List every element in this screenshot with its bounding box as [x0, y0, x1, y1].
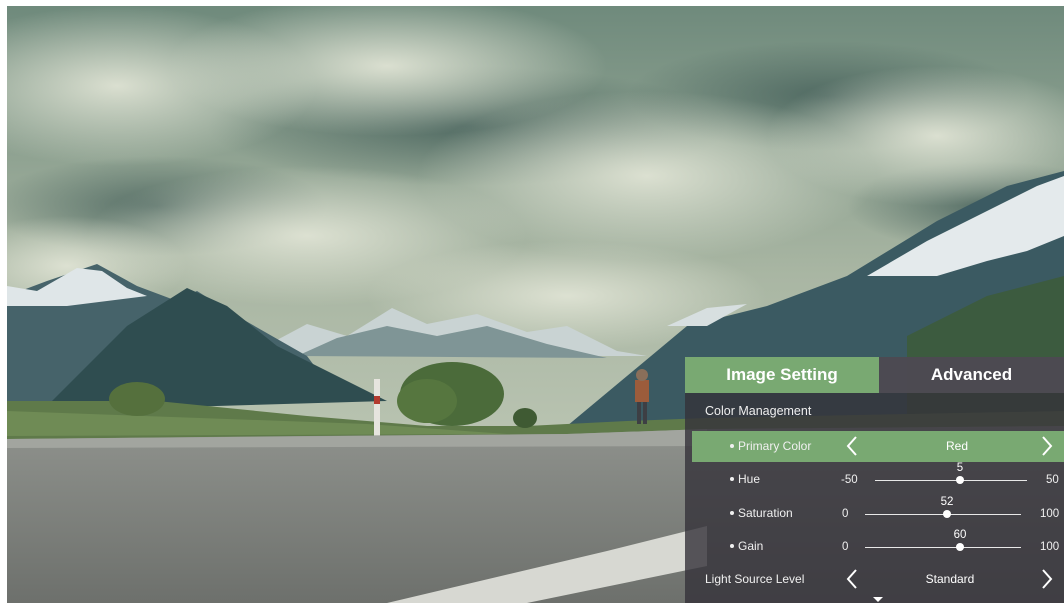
primary-color-row[interactable]: Primary Color Red [692, 431, 1064, 462]
saturation-slider-knob[interactable] [943, 510, 951, 518]
light-source-row[interactable]: Light Source Level Standard [685, 564, 1064, 595]
light-source-label: Light Source Level [705, 572, 805, 586]
saturation-label: Saturation [730, 498, 793, 529]
saturation-max: 100 [1040, 508, 1060, 520]
bullet [730, 510, 734, 515]
chevron-left-icon[interactable] [845, 434, 859, 458]
primary-color-label: Primary Color [730, 431, 811, 462]
tab-bar: Image Setting Advanced [685, 357, 1064, 393]
settings-panel: Image Setting Advanced Color Management … [685, 357, 1064, 603]
chevron-right-icon[interactable] [1040, 434, 1054, 458]
hue-label: Hue [730, 464, 760, 495]
hue-slider-track[interactable] [875, 480, 1027, 481]
scroll-down-icon[interactable] [873, 597, 883, 602]
gain-slider-track[interactable] [865, 547, 1021, 548]
gain-label: Gain [730, 531, 763, 562]
section-title: Color Management [705, 404, 812, 418]
bullet [730, 476, 734, 481]
tab-image-setting[interactable]: Image Setting [685, 357, 879, 393]
gain-row[interactable]: Gain 0 60 100 [685, 529, 1064, 562]
gain-max: 100 [1040, 541, 1060, 553]
hue-slider-knob[interactable] [956, 476, 964, 484]
gain-value: 60 [953, 529, 967, 541]
hue-value: 5 [956, 462, 964, 474]
chevron-left-icon[interactable] [845, 567, 859, 591]
tab-advanced[interactable]: Advanced [879, 357, 1064, 393]
hue-min: -50 [841, 474, 858, 486]
saturation-value: 52 [940, 496, 954, 508]
bullet [730, 543, 734, 548]
hue-max: 50 [1046, 474, 1059, 486]
saturation-min: 0 [842, 508, 849, 520]
gain-slider-knob[interactable] [956, 543, 964, 551]
primary-color-value: Red [945, 439, 968, 453]
light-source-value: Standard [925, 572, 975, 586]
hue-row[interactable]: Hue -50 5 50 [685, 462, 1064, 495]
bullet [730, 443, 734, 448]
saturation-row[interactable]: Saturation 0 52 100 [685, 496, 1064, 529]
gain-min: 0 [842, 541, 849, 553]
chevron-right-icon[interactable] [1040, 567, 1054, 591]
